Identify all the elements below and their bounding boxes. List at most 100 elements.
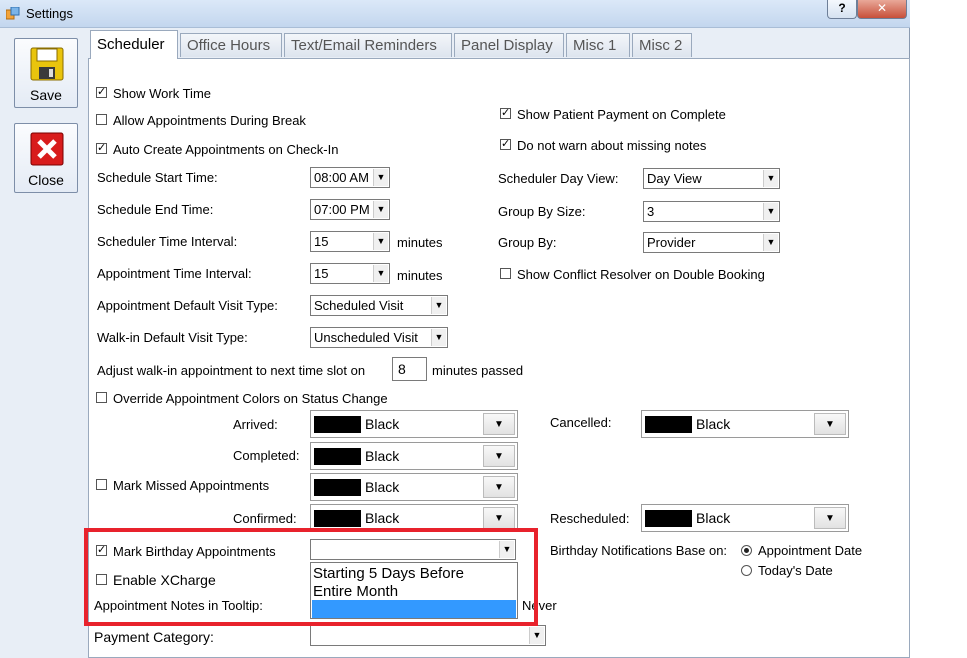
dropdown-option-entire-month[interactable]: Entire Month [313, 583, 398, 601]
tab-panel-display[interactable]: Panel Display [454, 33, 564, 57]
chevron-down-icon: ▼ [499, 541, 514, 558]
chevron-down-icon: ▼ [373, 233, 388, 250]
mark-missed-checkbox[interactable] [96, 479, 107, 490]
arrived-label: Arrived: [233, 417, 278, 432]
confirmed-label: Confirmed: [233, 511, 297, 526]
default-visit-type-value: Scheduled Visit [314, 298, 404, 313]
color-swatch [314, 448, 361, 465]
chevron-down-icon: ▼ [431, 329, 446, 346]
rescheduled-color-value: Black [696, 510, 731, 526]
rescheduled-label: Rescheduled: [550, 511, 630, 526]
chevron-down-icon: ▼ [483, 507, 515, 529]
conflict-resolver-label: Show Conflict Resolver on Double Booking [517, 267, 765, 282]
schedule-start-time-label: Schedule Start Time: [97, 170, 218, 185]
completed-color-select[interactable]: Black ▼ [310, 442, 518, 470]
override-colors-checkbox[interactable] [96, 392, 107, 403]
window-close-button[interactable]: ✕ [857, 0, 907, 19]
scheduler-time-interval-label: Scheduler Time Interval: [97, 234, 238, 249]
mark-birthday-checkbox[interactable] [96, 543, 107, 556]
cancelled-color-value: Black [696, 416, 731, 432]
chevron-down-icon: ▼ [483, 445, 515, 467]
mark-missed-label: Mark Missed Appointments [113, 478, 270, 493]
day-view-label: Scheduler Day View: [498, 171, 619, 186]
payment-category-select[interactable]: ▼ [310, 625, 546, 646]
chevron-down-icon: ▼ [373, 169, 388, 186]
tab-misc-2[interactable]: Misc 2 [632, 33, 692, 57]
appointment-time-interval-label: Appointment Time Interval: [97, 266, 252, 281]
default-visit-type-select[interactable]: Scheduled Visit ▼ [310, 295, 448, 316]
tab-scheduler[interactable]: Scheduler [90, 30, 178, 59]
completed-label: Completed: [233, 448, 300, 463]
birthday-base-label: Birthday Notifications Base on: [550, 543, 728, 558]
payment-category-label: Payment Category: [94, 629, 214, 645]
radio-todays-date[interactable] [741, 565, 752, 576]
save-label: Save [30, 87, 62, 103]
arrived-color-value: Black [365, 416, 400, 432]
dropdown-option-starting-5-days[interactable]: Starting 5 Days Before [313, 565, 464, 583]
show-work-time-checkbox[interactable] [96, 85, 107, 98]
chevron-down-icon: ▼ [373, 265, 388, 282]
app-icon [5, 6, 20, 20]
cancelled-label: Cancelled: [550, 415, 612, 430]
schedule-start-time-select[interactable]: 08:00 AM ▼ [310, 167, 390, 188]
tab-text-email-reminders[interactable]: Text/Email Reminders [284, 33, 452, 57]
chevron-down-icon: ▼ [431, 297, 446, 314]
appointment-time-interval-select[interactable]: 15 ▼ [310, 263, 390, 284]
scheduler-time-interval-unit: minutes [397, 235, 443, 250]
color-swatch [645, 510, 692, 527]
color-swatch [314, 416, 361, 433]
notes-tooltip-label: Appointment Notes in Tooltip: [94, 598, 263, 613]
rescheduled-color-select[interactable]: Black ▼ [641, 504, 849, 532]
dropdown-option-blank[interactable] [313, 601, 513, 619]
auto-create-checkin-label: Auto Create Appointments on Check-In [113, 142, 339, 157]
cancelled-color-select[interactable]: Black ▼ [641, 410, 849, 438]
close-button[interactable]: Close [14, 123, 78, 193]
no-warn-missing-notes-checkbox[interactable] [500, 137, 511, 150]
schedule-start-time-value: 08:00 AM [314, 170, 369, 185]
save-button[interactable]: Save [14, 38, 78, 108]
default-visit-type-label: Appointment Default Visit Type: [97, 298, 278, 313]
day-view-value: Day View [647, 171, 702, 186]
notes-tooltip-value: Never [522, 598, 557, 613]
floppy-disk-icon [30, 47, 64, 81]
radio-appointment-date-label: Appointment Date [758, 543, 863, 558]
mark-birthday-label: Mark Birthday Appointments [113, 544, 276, 559]
allow-appointments-break-label: Allow Appointments During Break [113, 113, 306, 128]
schedule-end-time-value: 07:00 PM [314, 202, 370, 217]
allow-appointments-break-checkbox[interactable] [96, 114, 107, 125]
arrived-color-select[interactable]: Black ▼ [310, 410, 518, 438]
help-button[interactable]: ? [827, 0, 857, 19]
group-by-label: Group By: [498, 235, 557, 250]
confirmed-color-select[interactable]: Black ▼ [310, 504, 518, 532]
group-by-size-label: Group By Size: [498, 204, 586, 219]
radio-todays-date-label: Today's Date [758, 563, 833, 578]
walkin-visit-type-select[interactable]: Unscheduled Visit ▼ [310, 327, 448, 348]
chevron-down-icon: ▼ [814, 413, 846, 435]
group-by-select[interactable]: Provider ▼ [643, 232, 780, 253]
missed-color-select[interactable]: Black ▼ [310, 473, 518, 501]
group-by-size-value: 3 [647, 204, 655, 219]
confirmed-color-value: Black [365, 510, 400, 526]
group-by-size-select[interactable]: 3 ▼ [643, 201, 780, 222]
close-x-icon [30, 132, 64, 166]
appointment-time-interval-unit: minutes [397, 268, 443, 283]
radio-appointment-date[interactable] [741, 545, 752, 556]
close-label: Close [28, 172, 64, 188]
chevron-down-icon: ▼ [483, 476, 515, 498]
birthday-mode-select[interactable]: ▼ [310, 539, 516, 560]
schedule-end-time-select[interactable]: 07:00 PM ▼ [310, 199, 390, 220]
window-title: Settings [26, 6, 73, 21]
color-swatch [314, 479, 361, 496]
enable-xcharge-checkbox[interactable] [96, 574, 107, 585]
conflict-resolver-checkbox[interactable] [500, 268, 511, 279]
tab-misc-1[interactable]: Misc 1 [566, 33, 630, 57]
chevron-down-icon: ▼ [529, 627, 544, 644]
tab-office-hours[interactable]: Office Hours [180, 33, 282, 57]
scheduler-time-interval-select[interactable]: 15 ▼ [310, 231, 390, 252]
color-swatch [314, 510, 361, 527]
adjust-walkin-minutes-input[interactable]: 8 [392, 357, 427, 381]
schedule-end-time-label: Schedule End Time: [97, 202, 214, 217]
auto-create-checkin-checkbox[interactable] [96, 141, 107, 154]
day-view-select[interactable]: Day View ▼ [643, 168, 780, 189]
show-patient-payment-checkbox[interactable] [500, 106, 511, 119]
